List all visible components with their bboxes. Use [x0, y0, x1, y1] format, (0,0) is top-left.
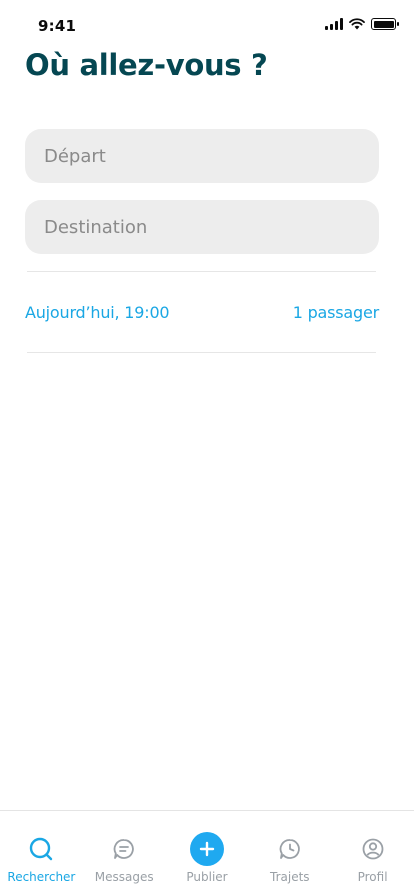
bottom-tab-bar: Rechercher Messages Publier Trajets Prof…: [0, 810, 414, 896]
wifi-icon: [349, 18, 365, 30]
status-bar: 9:41: [0, 0, 414, 44]
status-time: 9:41: [38, 17, 77, 35]
date-time-selector[interactable]: Aujourd’hui, 19:00: [25, 303, 170, 322]
tab-trajets[interactable]: Trajets: [248, 811, 331, 896]
chat-icon: [106, 831, 142, 867]
tab-label: Rechercher: [7, 870, 76, 884]
status-icons: [325, 18, 399, 30]
plus-icon: [189, 831, 225, 867]
user-icon: [355, 831, 391, 867]
passenger-selector[interactable]: 1 passager: [293, 303, 379, 322]
tab-profil[interactable]: Profil: [331, 811, 414, 896]
battery-icon: [371, 18, 399, 30]
clock-icon: [272, 831, 308, 867]
tab-messages[interactable]: Messages: [83, 811, 166, 896]
destination-input[interactable]: [25, 200, 379, 254]
cellular-signal-icon: [325, 18, 343, 30]
departure-input[interactable]: [25, 129, 379, 183]
divider: [27, 271, 376, 272]
tab-label: Messages: [94, 870, 154, 884]
tab-label: Profil: [357, 870, 388, 884]
trip-options-row: Aujourd’hui, 19:00 1 passager: [25, 300, 379, 324]
tab-publier[interactable]: Publier: [166, 811, 249, 896]
divider: [27, 352, 376, 353]
search-icon: [23, 831, 59, 867]
tab-label: Trajets: [270, 870, 310, 884]
tab-rechercher[interactable]: Rechercher: [0, 811, 83, 896]
page-title: Où allez-vous ?: [25, 48, 268, 82]
tab-label: Publier: [186, 870, 228, 884]
